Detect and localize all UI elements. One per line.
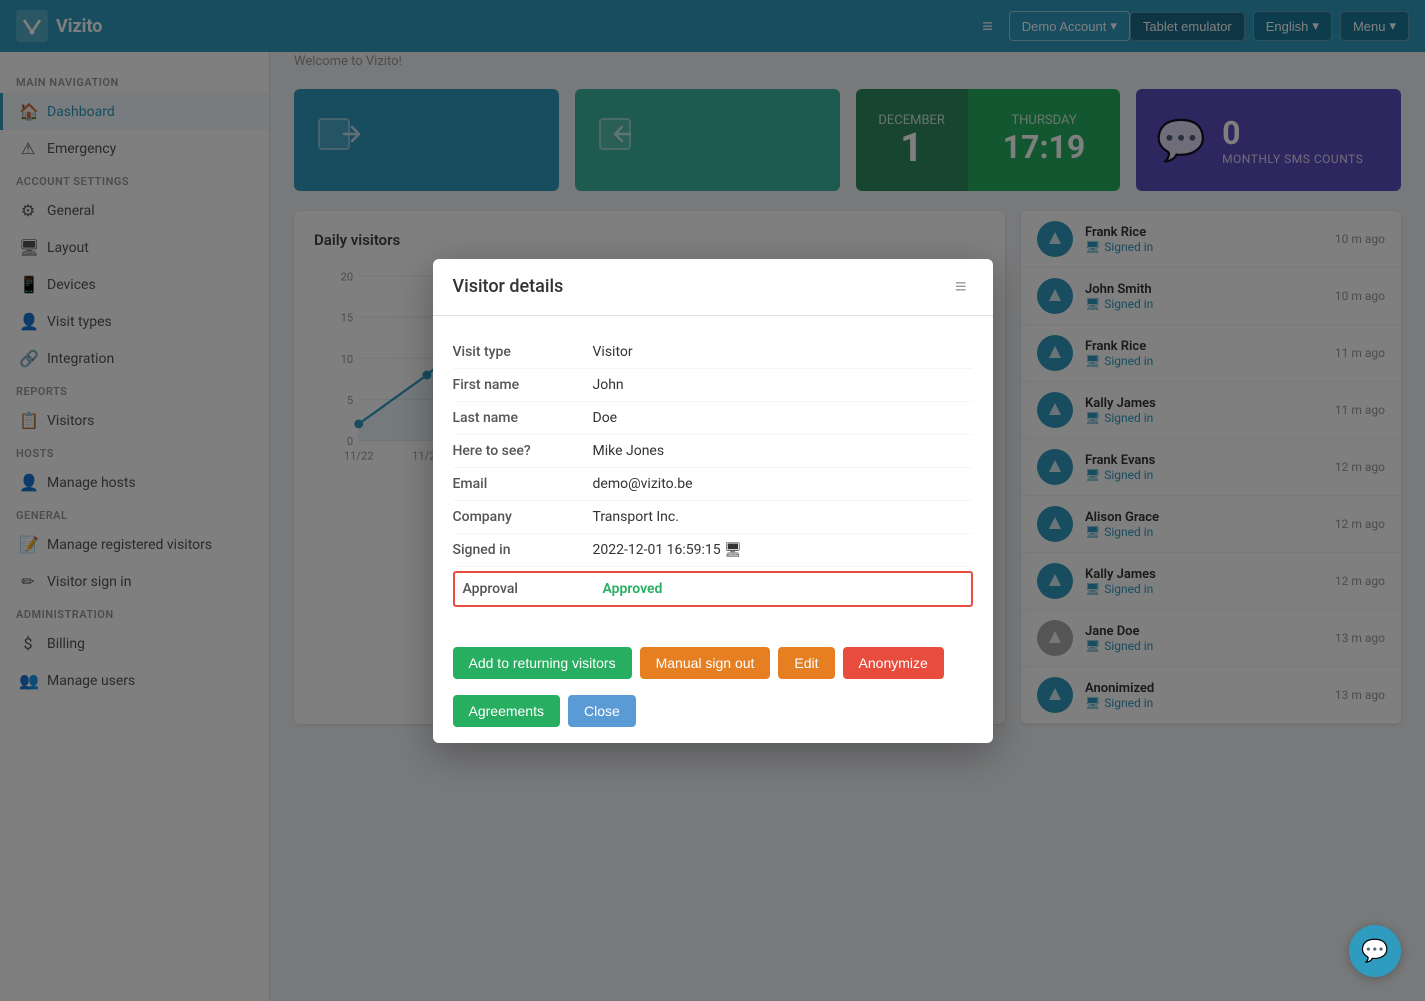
detail-row-approval: Approval Approved bbox=[453, 571, 973, 607]
modal-title: Visitor details bbox=[453, 276, 564, 297]
detail-label: Here to see? bbox=[453, 443, 593, 459]
close-button[interactable]: Close bbox=[568, 695, 636, 727]
modal-close-button[interactable]: ≡ bbox=[949, 275, 973, 299]
detail-label: Visit type bbox=[453, 344, 593, 360]
visitor-details-modal: Visitor details ≡ Visit type Visitor Fir… bbox=[433, 259, 993, 743]
modal-body: Visit type Visitor First name John Last … bbox=[433, 316, 993, 631]
detail-row-first-name: First name John bbox=[453, 369, 973, 402]
agreements-button[interactable]: Agreements bbox=[453, 695, 560, 727]
detail-value: John bbox=[593, 377, 973, 393]
detail-value: Mike Jones bbox=[593, 443, 973, 459]
detail-value: Visitor bbox=[593, 344, 973, 360]
detail-row-visit-type: Visit type Visitor bbox=[453, 336, 973, 369]
chat-bubble[interactable]: 💬 bbox=[1349, 925, 1401, 977]
detail-value: Doe bbox=[593, 410, 973, 426]
approval-value: Approved bbox=[603, 581, 963, 597]
modal-header: Visitor details ≡ bbox=[433, 259, 993, 316]
anonymize-button[interactable]: Anonymize bbox=[843, 647, 944, 679]
detail-label: Email bbox=[453, 476, 593, 492]
detail-row-signed-in: Signed in 2022-12-01 16:59:15 🖥 bbox=[453, 534, 973, 567]
detail-row-here-to-see: Here to see? Mike Jones bbox=[453, 435, 973, 468]
detail-row-last-name: Last name Doe bbox=[453, 402, 973, 435]
detail-row-company: Company Transport Inc. bbox=[453, 501, 973, 534]
detail-label: First name bbox=[453, 377, 593, 393]
detail-value: demo@vizito.be bbox=[593, 476, 973, 492]
detail-label: Company bbox=[453, 509, 593, 525]
detail-label: Signed in bbox=[453, 542, 593, 558]
detail-label: Approval bbox=[463, 581, 603, 597]
modal-overlay[interactable]: Visitor details ≡ Visit type Visitor Fir… bbox=[0, 0, 1425, 1001]
detail-label: Last name bbox=[453, 410, 593, 426]
edit-button[interactable]: Edit bbox=[778, 647, 834, 679]
add-to-returning-visitors-button[interactable]: Add to returning visitors bbox=[453, 647, 632, 679]
detail-value: Transport Inc. bbox=[593, 509, 973, 525]
modal-actions-row1: Add to returning visitors Manual sign ou… bbox=[433, 631, 993, 687]
modal-actions-row2: Agreements Close bbox=[433, 687, 993, 743]
detail-value: 2022-12-01 16:59:15 🖥 bbox=[593, 542, 973, 558]
detail-row-email: Email demo@vizito.be bbox=[453, 468, 973, 501]
manual-sign-out-button[interactable]: Manual sign out bbox=[640, 647, 771, 679]
chat-icon: 💬 bbox=[1361, 939, 1388, 964]
